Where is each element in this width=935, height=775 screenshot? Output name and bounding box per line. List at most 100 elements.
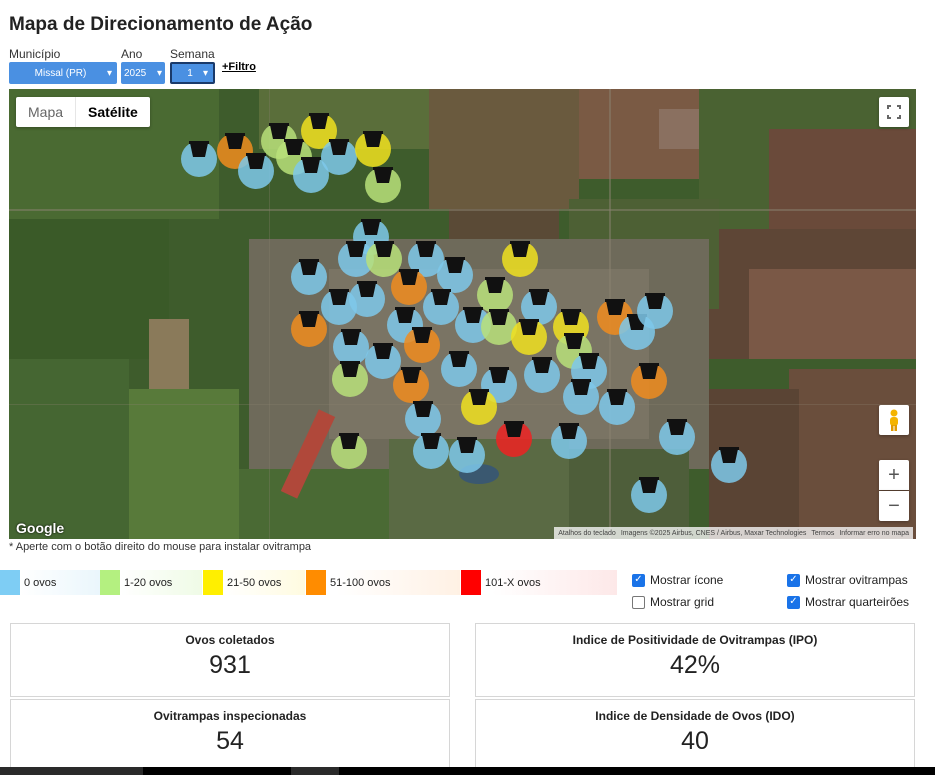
stat-title: Ovitrampas inspecionadas <box>153 709 307 723</box>
map-type-mapa[interactable]: Mapa <box>16 97 75 127</box>
option-label: Mostrar ovitrampas <box>805 573 908 587</box>
legend-item-1: 1-20 ovos <box>100 570 202 595</box>
legend-label: 21-50 ovos <box>227 576 282 589</box>
stat-title: Indice de Densidade de Ovos (IDO) <box>595 709 795 723</box>
legend-item-3: 51-100 ovos <box>306 570 460 595</box>
map-type-satelite[interactable]: Satélite <box>75 97 150 127</box>
ano-select[interactable]: 2025 ▾ <box>121 62 165 84</box>
ovitrampa-marker[interactable] <box>711 447 747 483</box>
legend-label: 1-20 ovos <box>124 576 173 589</box>
ovitrampa-marker[interactable] <box>405 401 441 437</box>
google-logo: Google <box>16 520 65 536</box>
legend-swatch <box>306 570 326 595</box>
check-icon[interactable]: ✓ <box>787 595 800 609</box>
stat-card-ovitrampas: Ovitrampas inspecionadas 54 <box>10 699 450 769</box>
keyboard-shortcuts-link[interactable]: Atalhos do teclado <box>558 530 616 537</box>
street-view-button[interactable] <box>879 405 909 435</box>
map-type-toggle: Mapa Satélite <box>16 97 150 127</box>
ovitrampa-marker[interactable] <box>496 421 532 457</box>
semana-label: Semana <box>170 47 215 61</box>
ovitrampa-marker[interactable] <box>366 241 402 277</box>
legend-item-2: 21-50 ovos <box>203 570 305 595</box>
show-grid-option[interactable]: Mostrar grid <box>632 595 714 609</box>
ovitrampa-marker[interactable] <box>631 363 667 399</box>
fullscreen-button[interactable] <box>879 97 909 127</box>
legend-item-4: 101-X ovos <box>461 570 617 595</box>
bottom-bar-segment <box>0 767 143 775</box>
ovitrampa-marker[interactable] <box>461 389 497 425</box>
ovitrampa-marker[interactable] <box>291 259 327 295</box>
ovitrampa-marker[interactable] <box>631 477 667 513</box>
bottom-bar-segment <box>291 767 339 775</box>
ovitrampa-marker[interactable] <box>423 289 459 325</box>
chevron-down-icon: ▾ <box>202 67 208 79</box>
stat-title: Indice de Positividade de Ovitrampas (IP… <box>572 633 818 647</box>
zoom-out-button[interactable]: − <box>879 491 909 521</box>
page-title: Mapa de Direcionamento de Ação <box>9 14 313 35</box>
ovitrampa-marker[interactable] <box>332 361 368 397</box>
ovitrampa-marker[interactable] <box>413 433 449 469</box>
ovitrampa-marker[interactable] <box>331 433 367 469</box>
chevron-down-icon: ▾ <box>106 67 112 79</box>
ovitrampa-marker[interactable] <box>449 437 485 473</box>
stat-title: Ovos coletados <box>185 633 275 647</box>
municipio-select[interactable]: Missal (PR) ▾ <box>9 62 117 84</box>
pegman-icon <box>890 409 898 431</box>
stat-value: 40 <box>681 727 709 755</box>
stat-value: 54 <box>216 727 244 755</box>
ovitrampa-marker[interactable] <box>502 241 538 277</box>
ovitrampa-marker[interactable] <box>355 131 391 167</box>
semana-select[interactable]: 1 ▾ <box>170 62 215 84</box>
report-error-link[interactable]: Informar erro no mapa <box>839 530 909 537</box>
legend-swatch <box>0 570 20 595</box>
ovitrampa-marker[interactable] <box>393 367 429 403</box>
legend-swatch <box>203 570 223 595</box>
show-quarteiroes-option[interactable]: ✓ Mostrar quarteirões <box>787 595 909 609</box>
ovitrampa-marker[interactable] <box>551 423 587 459</box>
ovitrampa-marker[interactable] <box>437 257 473 293</box>
terms-link[interactable]: Termos <box>811 530 834 537</box>
ovitrampa-marker[interactable] <box>291 311 327 347</box>
ovitrampa-marker[interactable] <box>441 351 477 387</box>
ovitrampa-marker[interactable] <box>599 389 635 425</box>
ovitrampa-marker[interactable] <box>365 167 401 203</box>
fullscreen-icon <box>887 105 901 119</box>
more-filters-link[interactable]: +Filtro <box>222 61 256 73</box>
ovitrampa-marker[interactable] <box>563 379 599 415</box>
ovitrampa-marker[interactable] <box>391 269 427 305</box>
ano-label: Ano <box>121 47 143 61</box>
legend-swatch <box>100 570 120 595</box>
show-icon-option[interactable]: ✓ Mostrar ícone <box>632 573 723 587</box>
ovitrampa-marker[interactable] <box>238 153 274 189</box>
zoom-in-button[interactable]: + <box>879 460 909 490</box>
stat-card-ido: Indice de Densidade de Ovos (IDO) 40 <box>475 699 915 769</box>
install-hint: * Aperte com o botão direito do mouse pa… <box>9 541 312 553</box>
check-icon[interactable]: ✓ <box>787 573 800 587</box>
map-view[interactable]: Mapa Satélite + − Google Atalhos do tecl… <box>9 89 916 539</box>
ovitrampa-marker[interactable] <box>365 343 401 379</box>
ovitrampa-marker[interactable] <box>333 329 369 365</box>
option-label: Mostrar quarteirões <box>805 595 910 609</box>
map-attribution: Atalhos do teclado Imagens ©2025 Airbus,… <box>554 527 913 539</box>
municipio-label: Município <box>9 47 61 61</box>
imagery-credit: Imagens ©2025 Airbus, CNES / Airbus, Max… <box>620 529 807 537</box>
stat-card-ipo: Indice de Positividade de Ovitrampas (IP… <box>475 623 915 697</box>
legend-swatch <box>461 570 481 595</box>
ovitrampa-marker[interactable] <box>404 327 440 363</box>
ano-value: 2025 <box>124 67 147 79</box>
ovitrampa-marker[interactable] <box>659 419 695 455</box>
legend-label: 0 ovos <box>24 576 57 589</box>
bottom-bar <box>0 767 935 775</box>
ovitrampa-marker[interactable] <box>349 281 385 317</box>
checkbox-empty-icon[interactable] <box>632 595 645 609</box>
show-ovitrampas-option[interactable]: ✓ Mostrar ovitrampas <box>787 573 908 587</box>
stat-value: 931 <box>209 651 251 679</box>
stat-value: 42% <box>669 651 721 679</box>
ovitrampa-marker[interactable] <box>511 319 547 355</box>
ovitrampa-marker[interactable] <box>181 141 217 177</box>
option-label: Mostrar grid <box>650 595 715 609</box>
ovitrampa-marker[interactable] <box>321 139 357 175</box>
check-icon[interactable]: ✓ <box>632 573 645 587</box>
ovitrampa-marker[interactable] <box>524 357 560 393</box>
ovitrampa-marker[interactable] <box>637 293 673 329</box>
